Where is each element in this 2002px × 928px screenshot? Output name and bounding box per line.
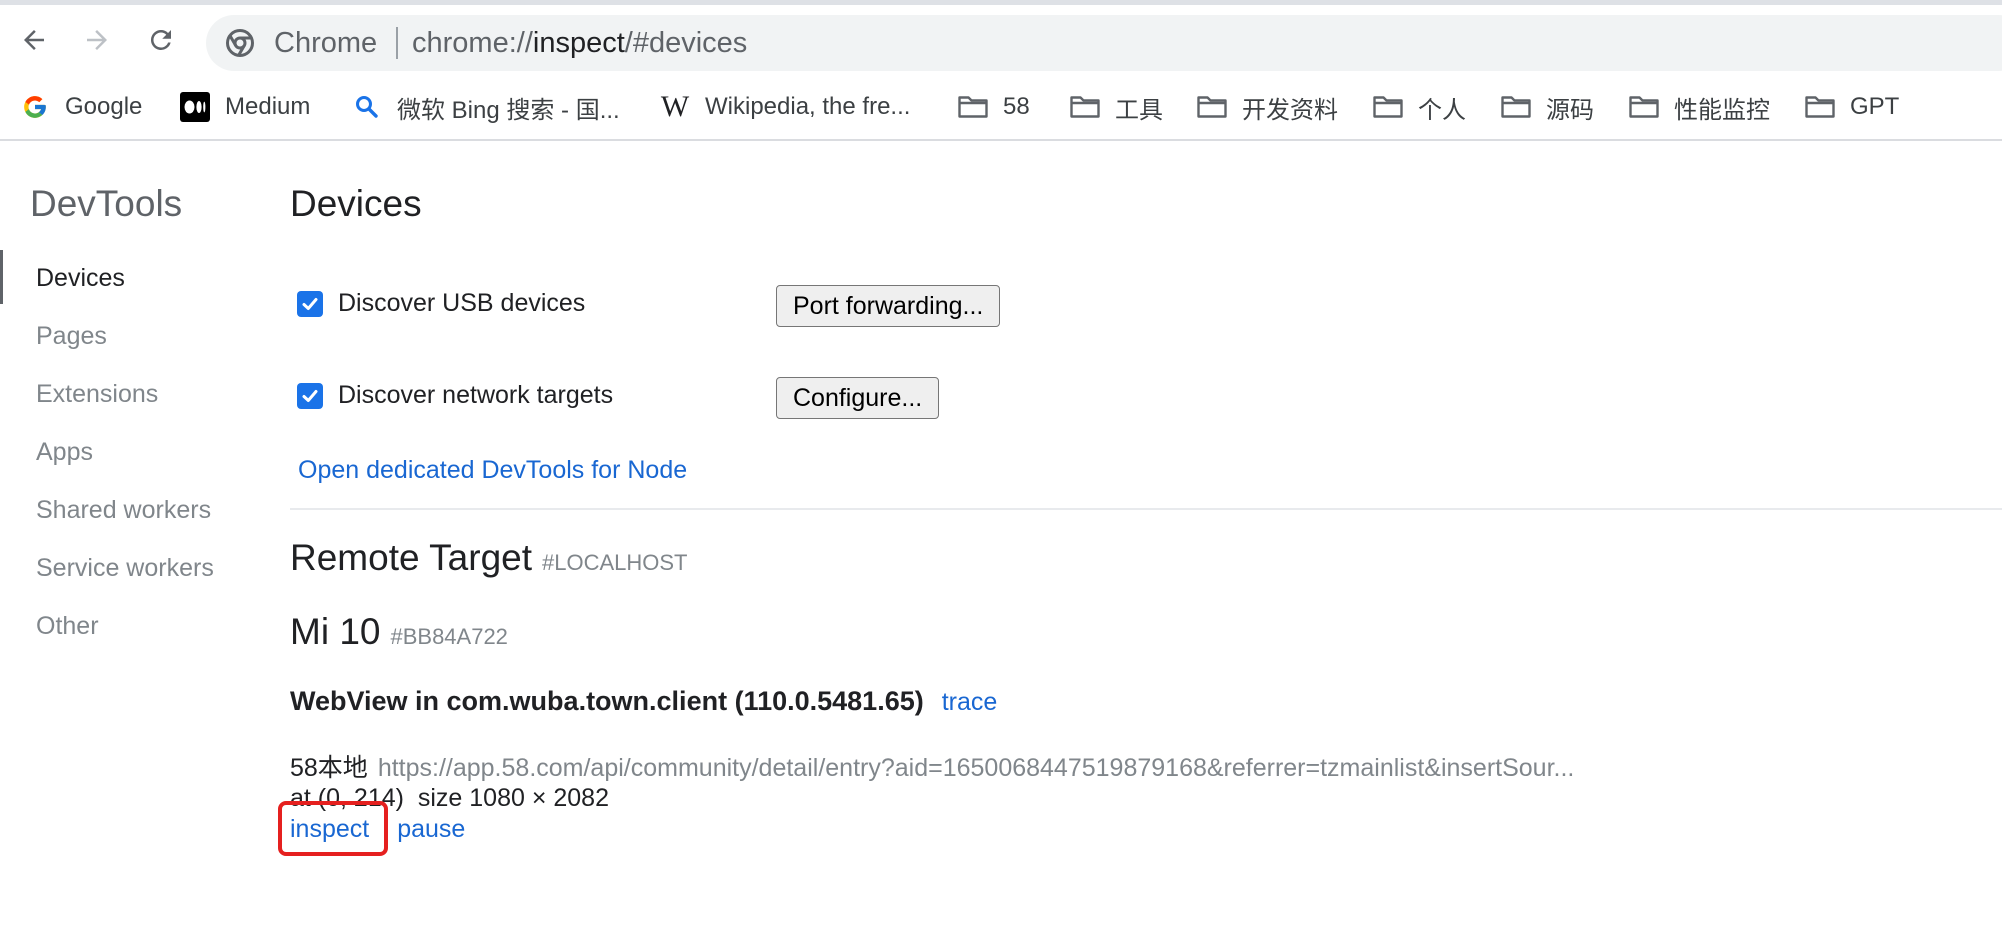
- reload-button[interactable]: [144, 23, 178, 57]
- folder-icon: [1805, 92, 1835, 122]
- webview-title: WebView in com.wuba.town.client (110.0.5…: [290, 686, 924, 716]
- chrome-icon: [226, 29, 254, 57]
- forward-button[interactable]: [80, 23, 114, 57]
- discover-network-checkbox[interactable]: [297, 382, 323, 409]
- target-url: https://app.58.com/api/community/detail/…: [377, 754, 1575, 782]
- folder-icon: [958, 92, 988, 122]
- inspect-highlight-annotation: [278, 801, 388, 856]
- port-forwarding-button[interactable]: Port forwarding...: [776, 285, 1001, 327]
- folder-icon: [1197, 92, 1227, 122]
- remote-target-heading: Remote Target #LOCALHOST: [290, 537, 688, 579]
- page-title: Devices: [290, 183, 422, 224]
- bookmark-folder-gpt[interactable]: GPT: [1805, 87, 1899, 127]
- bookmark-folder-tools[interactable]: 工具: [1070, 87, 1163, 127]
- browser-toolbar: Chrome chrome://inspect/#devices: [0, 5, 2002, 77]
- bookmark-label: Medium: [225, 93, 311, 120]
- chrome-chip-label: Chrome: [274, 27, 378, 59]
- forward-arrow-icon: [87, 30, 107, 50]
- trace-link[interactable]: trace: [942, 688, 998, 716]
- medium-icon: [180, 92, 210, 122]
- discover-usb-row: Discover USB devices: [297, 289, 585, 318]
- sidebar-item-other[interactable]: Other: [36, 612, 99, 641]
- bookmark-label: GPT: [1850, 93, 1900, 120]
- sidebar-item-pages[interactable]: Pages: [36, 322, 107, 351]
- remote-target-title: Remote Target: [290, 537, 532, 578]
- bookmark-medium[interactable]: Medium: [180, 87, 310, 127]
- open-devtools-for-node-link[interactable]: Open dedicated DevTools for Node: [298, 456, 687, 485]
- url-path: /#devices: [624, 27, 748, 59]
- checkmark-icon: [302, 297, 318, 310]
- url-host: inspect: [532, 27, 625, 59]
- bookmark-label: 58: [1003, 93, 1030, 120]
- sidebar-item-apps[interactable]: Apps: [36, 438, 93, 467]
- wikipedia-icon: W: [660, 90, 690, 123]
- sidebar-item-shared-workers[interactable]: Shared workers: [36, 496, 211, 525]
- bookmark-label: 微软 Bing 搜索 - 国...: [397, 96, 620, 124]
- bookmark-folder-source[interactable]: 源码: [1501, 87, 1594, 127]
- bookmark-folder-perf[interactable]: 性能监控: [1629, 87, 1770, 127]
- url-text[interactable]: chrome://inspect/#devices: [412, 27, 748, 59]
- webview-heading: WebView in com.wuba.town.client (110.0.5…: [290, 686, 997, 717]
- sidebar-title: DevTools: [30, 183, 183, 224]
- configure-button[interactable]: Configure...: [776, 377, 940, 419]
- target-row: 58本地 https://app.58.com/api/community/det…: [290, 748, 1574, 784]
- address-bar[interactable]: Chrome chrome://inspect/#devices: [206, 15, 2002, 71]
- bookmarks-bar: Google Medium 微软 Bing 搜索 - 国... W Wikipe…: [0, 77, 2002, 141]
- bookmark-label: Wikipedia, the fre...: [705, 93, 911, 120]
- pause-link[interactable]: pause: [397, 815, 465, 843]
- address-separator: [396, 27, 398, 59]
- bookmark-label: 工具: [1115, 96, 1163, 124]
- bookmark-folder-58[interactable]: 58: [958, 87, 1030, 127]
- device-serial: #BB84A722: [390, 624, 508, 649]
- folder-icon: [1070, 92, 1100, 122]
- device-heading: Mi 10 #BB84A722: [290, 611, 508, 653]
- google-icon: [20, 92, 50, 122]
- bookmark-wikipedia[interactable]: W Wikipedia, the fre...: [660, 87, 911, 127]
- back-button[interactable]: [17, 23, 51, 57]
- bookmark-label: 性能监控: [1674, 96, 1770, 124]
- discover-network-label: Discover network targets: [338, 381, 614, 409]
- bing-search-icon: [352, 92, 382, 122]
- bookmark-label: 开发资料: [1242, 96, 1338, 124]
- bookmark-label: 源码: [1546, 96, 1594, 124]
- bookmark-folder-dev-docs[interactable]: 开发资料: [1197, 87, 1338, 127]
- discover-network-row: Discover network targets: [297, 381, 613, 410]
- remote-target-subtitle: #LOCALHOST: [542, 550, 688, 575]
- sidebar-item-service-workers[interactable]: Service workers: [36, 554, 214, 583]
- bookmark-google[interactable]: Google: [20, 87, 142, 127]
- bookmark-folder-personal[interactable]: 个人: [1373, 87, 1466, 127]
- discover-usb-checkbox[interactable]: [297, 290, 323, 317]
- discover-usb-label: Discover USB devices: [338, 289, 586, 317]
- reload-icon: [150, 29, 171, 50]
- section-divider: [290, 508, 2002, 510]
- back-arrow-icon: [24, 30, 44, 50]
- sidebar-item-devices[interactable]: Devices: [36, 264, 125, 293]
- device-name: Mi 10: [290, 611, 381, 652]
- checkmark-icon: [302, 389, 318, 402]
- target-size: size 1080 × 2082: [417, 784, 609, 812]
- folder-icon: [1629, 92, 1659, 122]
- target-name: 58本地: [290, 754, 368, 782]
- bookmark-label: 个人: [1418, 96, 1466, 124]
- url-scheme: chrome://: [412, 27, 533, 59]
- bookmark-label: Google: [65, 93, 143, 120]
- folder-icon: [1501, 92, 1531, 122]
- sidebar-active-indicator: [0, 250, 3, 304]
- folder-icon: [1373, 92, 1403, 122]
- bookmark-bing[interactable]: 微软 Bing 搜索 - 国...: [352, 87, 620, 127]
- sidebar-item-extensions[interactable]: Extensions: [36, 380, 158, 409]
